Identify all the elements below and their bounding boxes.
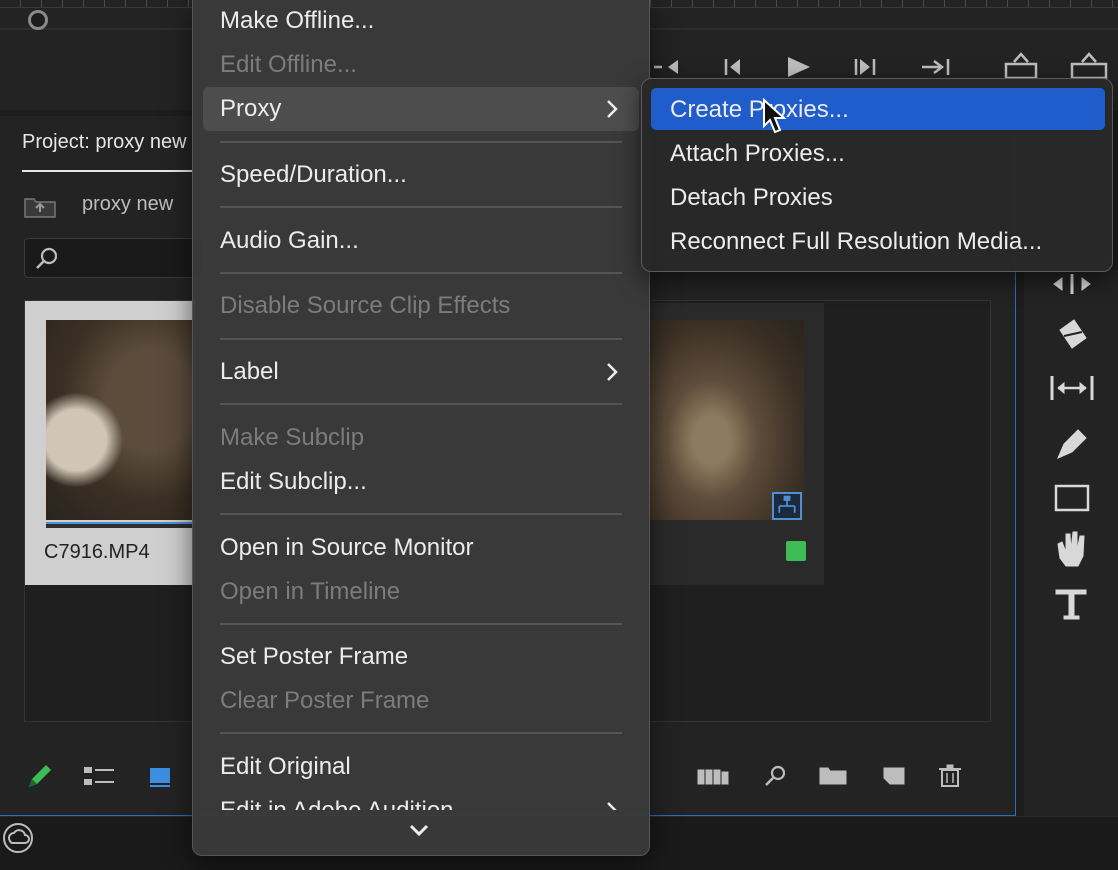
- step-forward-frame-icon[interactable]: [854, 59, 876, 75]
- menu-item-audio-gain[interactable]: Audio Gain...: [220, 227, 359, 255]
- search-icon: [36, 247, 58, 269]
- ripple-edit-icon[interactable]: [1053, 274, 1091, 294]
- playhead-handle[interactable]: [28, 10, 48, 30]
- active-tab-indicator: [22, 170, 194, 172]
- clip-thumbnail[interactable]: [46, 320, 195, 520]
- menu-item-open-in-timeline[interactable]: Open in Timeline: [220, 578, 400, 606]
- creative-cloud-icon[interactable]: [2, 822, 34, 854]
- bin-path-label: proxy new: [82, 193, 174, 215]
- project-panel-tab[interactable]: Project: proxy new: [22, 131, 187, 154]
- new-item-icon[interactable]: [883, 767, 905, 785]
- menu-separator: [220, 272, 622, 274]
- menu-item-attach-proxies[interactable]: Attach Proxies...: [670, 140, 845, 168]
- menu-item-reconnect-full-resolution-media[interactable]: Reconnect Full Resolution Media...: [670, 228, 1042, 256]
- menu-separator: [220, 338, 622, 340]
- menu-item-open-in-source-monitor[interactable]: Open in Source Monitor: [220, 534, 473, 562]
- go-to-out-icon[interactable]: [922, 59, 950, 75]
- menu-item-detach-proxies[interactable]: Detach Proxies: [670, 184, 833, 212]
- step-back-icon[interactable]: [654, 60, 678, 74]
- menu-item-edit-offline[interactable]: Edit Offline...: [220, 51, 357, 79]
- extract-icon[interactable]: [1070, 52, 1108, 80]
- razor-icon[interactable]: [1059, 319, 1087, 349]
- menu-item-label[interactable]: Label: [220, 358, 279, 386]
- menu-item-make-subclip[interactable]: Make Subclip: [220, 424, 364, 452]
- clip-label-color: [786, 541, 806, 561]
- menu-item-edit-in-adobe-audition[interactable]: Edit in Adobe Audition: [220, 797, 454, 810]
- clip-name[interactable]: C7916.MP4: [44, 541, 150, 564]
- chevron-right-icon: [607, 802, 617, 810]
- menu-item-create-proxies[interactable]: Create Proxies...: [670, 96, 849, 124]
- menu-item-edit-subclip[interactable]: Edit Subclip...: [220, 468, 367, 496]
- new-bin-icon[interactable]: [819, 767, 847, 785]
- menu-separator: [220, 141, 622, 143]
- rectangle-icon[interactable]: [1054, 484, 1090, 512]
- icon-view-icon[interactable]: [148, 764, 172, 790]
- slip-icon[interactable]: [1050, 376, 1094, 400]
- automate-to-sequence-icon[interactable]: [697, 769, 729, 785]
- play-icon[interactable]: [788, 57, 810, 77]
- type-tool-icon[interactable]: [1055, 589, 1087, 620]
- menu-item-make-offline[interactable]: Make Offline...: [220, 7, 374, 35]
- proxy-attached-icon: [772, 492, 802, 520]
- menu-separator: [220, 403, 622, 405]
- list-view-icon[interactable]: [82, 764, 116, 790]
- menu-clipped-row: Edit in Adobe Audition: [193, 790, 649, 810]
- clip-context-menu: Make Offline... Edit Offline... Proxy Sp…: [192, 0, 650, 856]
- clip-thumbnail[interactable]: [650, 320, 804, 520]
- find-icon[interactable]: [765, 765, 786, 786]
- menu-item-speed-duration[interactable]: Speed/Duration...: [220, 161, 407, 189]
- tools-panel-icons: [1050, 274, 1094, 620]
- mouse-cursor-icon: [763, 98, 787, 134]
- chevron-down-icon[interactable]: [407, 822, 431, 840]
- chevron-right-icon: [607, 100, 618, 118]
- proxy-submenu: Create Proxies... Attach Proxies... Deta…: [641, 78, 1113, 272]
- menu-separator: [220, 206, 622, 208]
- menu-separator: [220, 623, 622, 625]
- menu-separator: [220, 732, 622, 734]
- trash-icon[interactable]: [939, 764, 961, 787]
- step-back-frame-icon[interactable]: [724, 59, 740, 75]
- chevron-right-icon: [607, 363, 618, 381]
- menu-item-disable-source-clip-effects[interactable]: Disable Source Clip Effects: [220, 292, 510, 320]
- menu-item-set-poster-frame[interactable]: Set Poster Frame: [220, 643, 408, 671]
- project-panel-toolbar: [697, 764, 961, 787]
- menu-item-proxy[interactable]: Proxy: [220, 95, 281, 123]
- lift-icon[interactable]: [1004, 52, 1038, 80]
- menu-item-clear-poster-frame[interactable]: Clear Poster Frame: [220, 687, 429, 715]
- hand-icon[interactable]: [1057, 531, 1085, 567]
- navigate-up-folder-icon[interactable]: [24, 196, 56, 218]
- pencil-icon[interactable]: [24, 762, 54, 792]
- menu-separator: [220, 513, 622, 515]
- clip-scrub-bar[interactable]: [46, 522, 195, 528]
- pen-icon[interactable]: [1057, 429, 1087, 459]
- menu-item-edit-original[interactable]: Edit Original: [220, 753, 351, 781]
